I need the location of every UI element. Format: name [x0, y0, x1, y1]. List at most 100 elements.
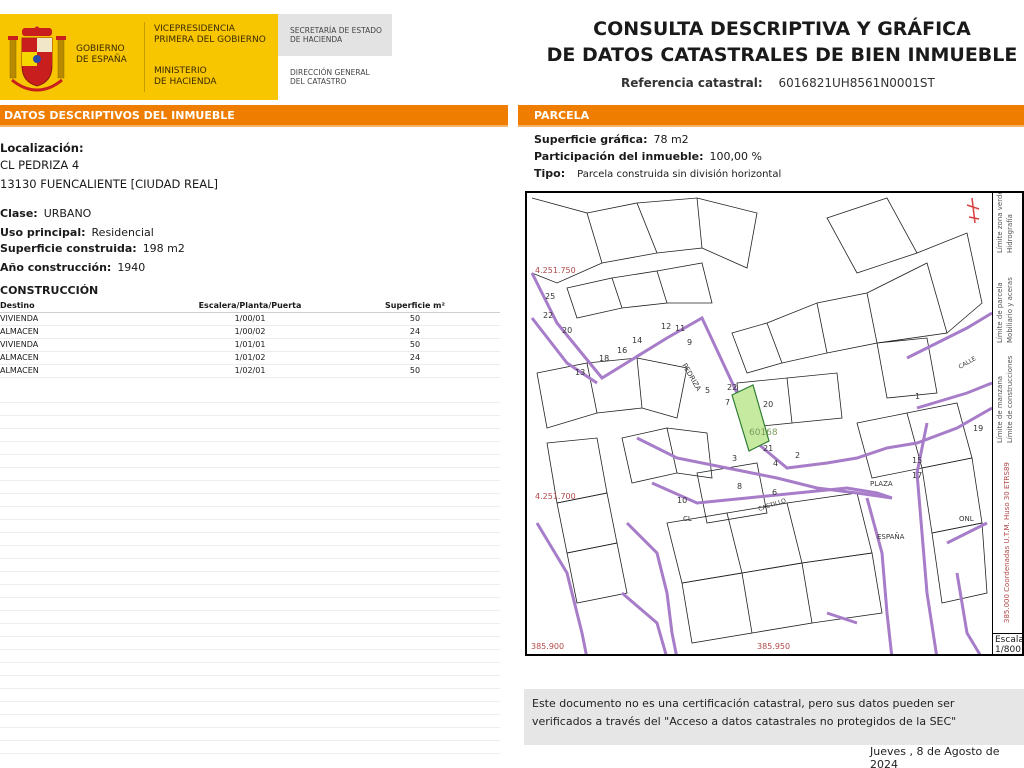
cell-area: 50 — [330, 338, 500, 352]
street-label-pedriza: PEDRIZA — [680, 362, 702, 393]
street-label-castillo: CASTILLO — [757, 497, 787, 513]
street-label-calle: CALLE — [958, 355, 978, 371]
house-number: 12 — [661, 322, 671, 331]
house-number: 21 — [763, 444, 773, 453]
cell-unit: 1/00/01 — [170, 312, 330, 326]
construction-table: Destino Escalera/Planta/Puerta Superfici… — [0, 299, 500, 378]
table-row: ALMACEN 1/01/02 24 — [0, 351, 500, 365]
cell-area: 50 — [330, 312, 500, 326]
cadastral-map[interactable]: 4.251.750 4.251.700 385.900 385.950 6016… — [525, 191, 1024, 656]
vicepresidency-name: VICEPRESIDENCIA PRIMERA DEL GOBIERNO — [154, 24, 266, 45]
field-type: Tipo: Parcela construida sin división hor… — [534, 167, 781, 180]
class-value: URBANO — [43, 207, 92, 220]
cell-destination: VIVIENDA — [0, 312, 170, 326]
house-number: 25 — [545, 292, 555, 301]
house-number: 22 — [543, 311, 553, 320]
cell-area: 24 — [330, 325, 500, 339]
house-number: 7 — [725, 398, 730, 407]
disclaimer-box: Este documento no es una certificación c… — [524, 689, 1024, 745]
construction-year-label: Año construcción: — [0, 261, 112, 274]
participation-label: Participación del inmueble: — [534, 150, 704, 163]
type-value: Parcela construida sin división horizont… — [577, 169, 782, 180]
header-unit: Escalera/Planta/Puerta — [170, 299, 330, 313]
header-area: Superficie m² — [330, 299, 500, 313]
graphic-area-label: Superficie gráfica: — [534, 133, 648, 146]
cell-destination: ALMACEN — [0, 325, 170, 339]
reference-label: Referencia catastral: — [621, 76, 763, 90]
house-number: 20 — [763, 400, 773, 409]
scale-value: 1/800 — [995, 645, 1021, 655]
scale-label: Escala: — [995, 635, 1024, 645]
cell-destination: ALMACEN — [0, 351, 170, 365]
section-bar-descriptive: DATOS DESCRIPTIVOS DEL INMUEBLE — [0, 105, 508, 127]
house-number: 11 — [675, 324, 685, 333]
cell-area: 24 — [330, 351, 500, 365]
coat-of-arms-icon — [8, 26, 66, 92]
cell-destination: ALMACEN — [0, 364, 170, 378]
coord-bottom-left-label: 385.900 — [531, 642, 564, 651]
coord-bottom-center-label: 385.950 — [757, 642, 790, 651]
legend-block-boundary: Límite de manzana — [996, 375, 1004, 443]
street-label-onl: ONL — [959, 515, 974, 523]
main-use-label: Uso principal: — [0, 226, 86, 239]
cell-unit: 1/02/01 — [170, 364, 330, 378]
header-destination: Destino — [0, 299, 170, 313]
government-logo-block: GOBIERNO DE ESPAÑA VICEPRESIDENCIA PRIME… — [0, 14, 278, 100]
government-name: GOBIERNO DE ESPAÑA — [76, 44, 127, 65]
legend-hydrography: Hidrografía — [1006, 214, 1014, 253]
house-number: 19 — [973, 424, 983, 433]
map-legend: Límite zona verde Hidrografía Límite de … — [992, 191, 1022, 633]
location-label: Localización: — [0, 141, 84, 155]
graphic-area-value: 78 m2 — [653, 133, 689, 146]
house-number: 3 — [732, 454, 737, 463]
house-number: 9 — [687, 338, 692, 347]
house-number: 13 — [575, 368, 585, 377]
legend-furniture-sidewalks: Mobiliario y aceras — [1006, 277, 1014, 343]
cell-area: 50 — [330, 364, 500, 378]
coord-top-label: 4.251.750 — [535, 266, 576, 275]
title-line-1: CONSULTA DESCRIPTIVA Y GRÁFICA — [593, 18, 971, 40]
document-title: CONSULTA DESCRIPTIVA Y GRÁFICA DE DATOS … — [540, 16, 1024, 68]
street-label-espana: ESPAÑA — [877, 532, 905, 541]
table-header-row: Destino Escalera/Planta/Puerta Superfici… — [0, 299, 500, 313]
house-number: 8 — [737, 482, 742, 491]
secretariat-name: SECRETARÍA DE ESTADO DE HACIENDA — [290, 26, 382, 44]
map-drawing: 4.251.750 4.251.700 385.900 385.950 6016… — [530, 197, 992, 654]
title-line-2: DE DATOS CATASTRALES DE BIEN INMUEBLE — [546, 44, 1018, 66]
hydrography-mark — [966, 197, 980, 224]
house-number: 16 — [617, 346, 627, 355]
cell-unit: 1/00/02 — [170, 325, 330, 339]
house-number: 10 — [677, 496, 687, 505]
type-label: Tipo: — [534, 167, 566, 180]
reference-value: 6016821UH8561N0001ST — [778, 76, 935, 90]
field-construction-year: Año construcción: 1940 — [0, 261, 145, 274]
house-number: 1 — [915, 392, 920, 401]
legend-green-zone: Límite zona verde — [996, 191, 1004, 253]
house-number: 17 — [912, 471, 922, 480]
table-row: VIVIENDA 1/01/01 50 — [0, 338, 500, 352]
house-number: 6 — [772, 488, 777, 497]
field-graphic-area: Superficie gráfica: 78 m2 — [534, 133, 689, 146]
house-number: 18 — [599, 354, 609, 363]
cell-unit: 1/01/02 — [170, 351, 330, 365]
construction-title: CONSTRUCCIÓN — [0, 284, 99, 297]
street-label-plaza: PLAZA — [870, 480, 893, 488]
cell-destination: VIVIENDA — [0, 338, 170, 352]
house-number: 22 — [727, 383, 737, 392]
field-main-use: Uso principal: Residencial — [0, 226, 154, 239]
house-number: 15 — [912, 456, 922, 465]
house-number: 5 — [705, 386, 710, 395]
legend-parcel-boundary: Límite de parcela — [996, 282, 1004, 343]
construction-year-value: 1940 — [117, 261, 146, 274]
house-number: 2 — [795, 451, 800, 460]
secretariat-block: SECRETARÍA DE ESTADO DE HACIENDA DIRECCI… — [278, 14, 392, 100]
house-number: 14 — [632, 336, 642, 345]
coord-mid-label: 4.251.700 — [535, 492, 576, 501]
target-parcel[interactable] — [731, 384, 770, 452]
directorate-name: DIRECCIÓN GENERAL DEL CATASTRO — [290, 68, 370, 86]
built-area-label: Superficie construida: — [0, 242, 137, 255]
field-participation: Participación del inmueble: 100,00 % — [534, 150, 762, 163]
section-bar-parcel: PARCELA — [518, 105, 1024, 127]
cell-unit: 1/01/01 — [170, 338, 330, 352]
participation-value: 100,00 % — [709, 150, 762, 163]
